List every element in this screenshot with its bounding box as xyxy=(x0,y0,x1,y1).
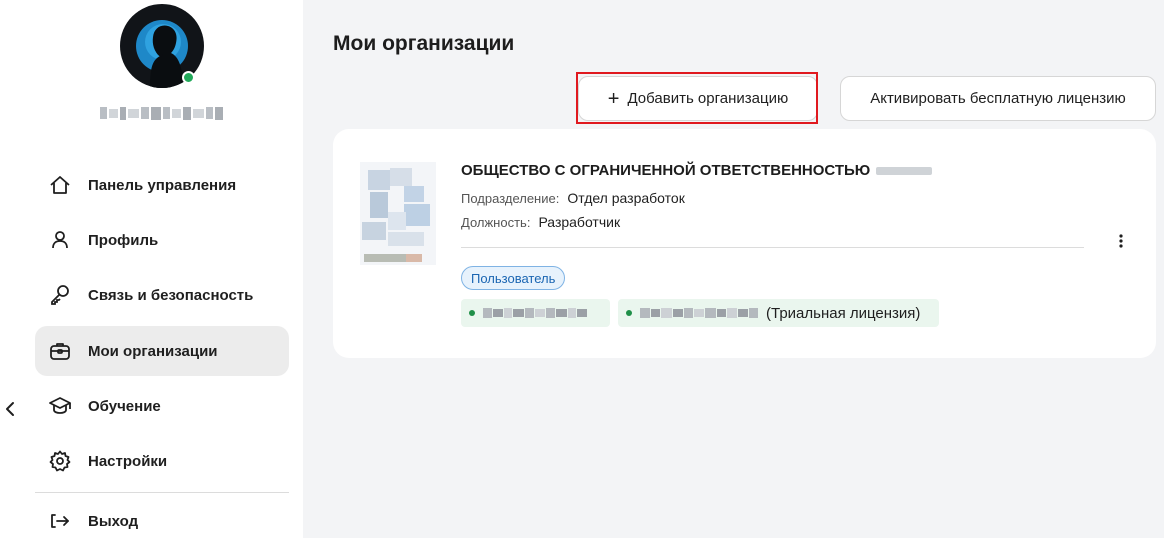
sidebar-item-organizations[interactable]: Мои организации xyxy=(35,326,289,376)
online-status-dot xyxy=(182,71,195,84)
add-organization-button[interactable]: + Добавить организацию xyxy=(578,76,818,121)
sidebar-item-label: Выход xyxy=(88,512,139,530)
collapse-sidebar-button[interactable] xyxy=(2,398,18,420)
license-chip xyxy=(461,299,610,327)
sidebar-item-label: Настройки xyxy=(88,452,168,470)
sidebar-divider xyxy=(35,492,289,493)
briefcase-icon xyxy=(49,340,71,362)
sidebar-item-dashboard[interactable]: Панель управления xyxy=(35,160,289,210)
license-chip: (Триальная лицензия) xyxy=(618,299,939,327)
organization-logo xyxy=(360,162,436,265)
position-key: Должность: xyxy=(461,215,531,230)
sidebar: Панель управления Профиль Связь и безопа… xyxy=(0,0,303,538)
activate-license-label: Активировать бесплатную лицензию xyxy=(870,90,1126,107)
organization-name-blurred xyxy=(876,166,933,175)
sidebar-item-label: Связь и безопасность xyxy=(88,286,254,304)
add-organization-label: Добавить организацию xyxy=(627,90,789,107)
department-value: Отдел разработок xyxy=(567,190,685,206)
sidebar-item-profile[interactable]: Профиль xyxy=(35,215,289,265)
user-icon xyxy=(49,229,71,251)
sidebar-item-logout[interactable]: Выход xyxy=(35,496,289,538)
plus-icon: + xyxy=(607,87,620,110)
license-id-blurred xyxy=(640,308,758,318)
organization-name: ОБЩЕСТВО С ОГРАНИЧЕННОЙ ОТВЕТСТВЕННОСТЬЮ xyxy=(461,162,933,179)
home-icon xyxy=(49,174,71,196)
sidebar-item-settings[interactable]: Настройки xyxy=(35,436,289,486)
department-row: Подразделение: Отдел разработок xyxy=(461,190,685,206)
sidebar-item-learning[interactable]: Обучение xyxy=(35,381,289,431)
logout-icon xyxy=(49,510,71,532)
main-content: Мои организации + Добавить организацию А… xyxy=(303,0,1164,538)
sidebar-item-security[interactable]: Связь и безопасность xyxy=(35,270,289,320)
license-status-dot xyxy=(469,310,475,316)
username-blurred xyxy=(100,104,223,122)
license-id-blurred xyxy=(483,308,587,318)
more-options-button[interactable] xyxy=(1111,229,1131,253)
position-row: Должность: Разработчик xyxy=(461,214,620,230)
department-key: Подразделение: xyxy=(461,191,560,206)
license-status-dot xyxy=(626,310,632,316)
gear-icon xyxy=(49,450,71,472)
role-badge: Пользователь xyxy=(461,266,566,290)
card-divider xyxy=(461,247,1084,248)
organization-name-text: ОБЩЕСТВО С ОГРАНИЧЕННОЙ ОТВЕТСТВЕННОСТЬЮ xyxy=(461,162,871,179)
more-vertical-icon xyxy=(1119,234,1123,248)
activate-free-license-button[interactable]: Активировать бесплатную лицензию xyxy=(840,76,1156,121)
sidebar-item-label: Мои организации xyxy=(88,342,218,360)
page-title: Мои организации xyxy=(333,32,515,55)
key-icon xyxy=(49,284,71,306)
organization-card[interactable]: ОБЩЕСТВО С ОГРАНИЧЕННОЙ ОТВЕТСТВЕННОСТЬЮ… xyxy=(333,129,1156,358)
sidebar-item-label: Профиль xyxy=(88,231,159,249)
sidebar-item-label: Панель управления xyxy=(88,176,237,194)
graduation-cap-icon xyxy=(49,395,71,417)
license-type-label: (Триальная лицензия) xyxy=(766,304,921,322)
chevron-left-icon xyxy=(6,402,14,416)
position-value: Разработчик xyxy=(538,214,621,230)
sidebar-item-label: Обучение xyxy=(88,397,161,415)
